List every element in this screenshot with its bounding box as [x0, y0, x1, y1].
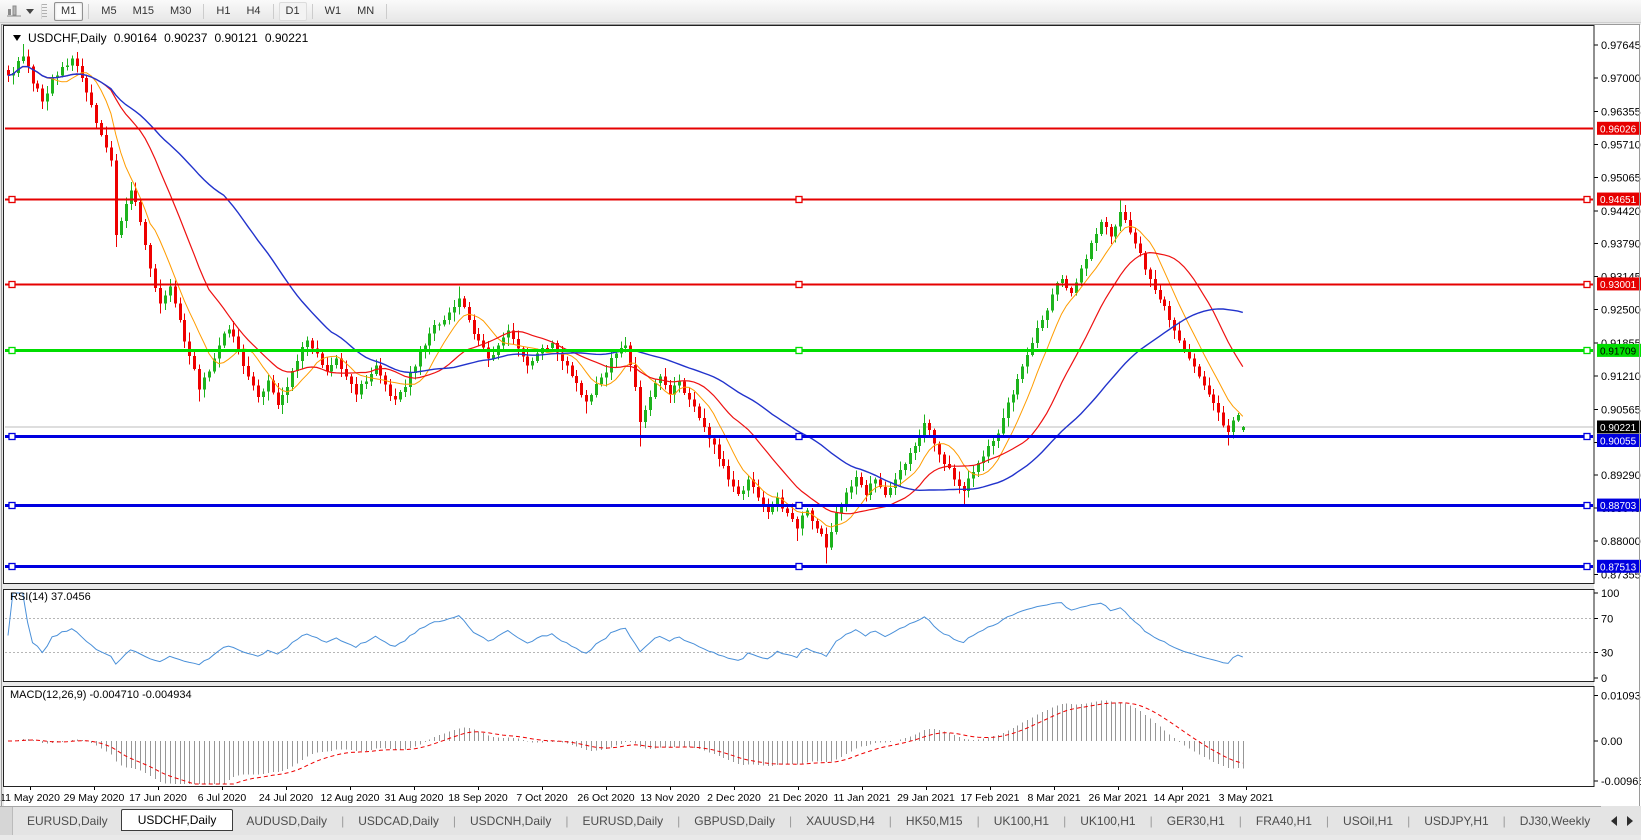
timeframe-button-D1[interactable]: D1	[279, 2, 307, 21]
svg-text:13 Nov 2020: 13 Nov 2020	[640, 792, 700, 804]
svg-text:0.92500: 0.92500	[1601, 305, 1641, 317]
svg-text:0.91210: 0.91210	[1601, 371, 1641, 383]
svg-text:7 Oct 2020: 7 Oct 2020	[516, 792, 568, 804]
svg-text:0.93001: 0.93001	[1600, 280, 1637, 291]
tab-eurusd-daily[interactable]: EURUSD,Daily	[569, 811, 676, 831]
svg-text:29 Jan 2021: 29 Jan 2021	[897, 792, 955, 804]
svg-text:21 Dec 2020: 21 Dec 2020	[768, 792, 828, 804]
timeframe-button-M1[interactable]: M1	[54, 2, 83, 21]
toolbar: M1 M5M15M30 H1H4 D1 W1MN	[0, 0, 1641, 23]
timeframe-button-M15[interactable]: M15	[126, 2, 161, 21]
tab-gbpusd-daily[interactable]: GBPUSD,Daily	[681, 811, 788, 831]
svg-text:100: 100	[1601, 588, 1619, 600]
tab-eurusd-daily[interactable]: EURUSD,Daily	[14, 811, 121, 831]
svg-text:0.00: 0.00	[1601, 736, 1622, 748]
svg-text:17 Feb 2021: 17 Feb 2021	[961, 792, 1020, 804]
svg-text:2 Dec 2020: 2 Dec 2020	[707, 792, 761, 804]
chart-type-icon	[6, 4, 22, 18]
svg-text:18 Sep 2020: 18 Sep 2020	[448, 792, 508, 804]
svg-text:24 Jul 2020: 24 Jul 2020	[259, 792, 313, 804]
svg-text:8 Mar 2021: 8 Mar 2021	[1027, 792, 1080, 804]
chart-symbol-period: USDCHF,Daily	[28, 31, 107, 45]
svg-text:0.89290: 0.89290	[1601, 470, 1641, 482]
tab-usdchf-daily[interactable]: USDCHF,Daily	[121, 809, 234, 831]
svg-text:0.87513: 0.87513	[1600, 562, 1637, 573]
svg-text:0.90565: 0.90565	[1601, 404, 1641, 416]
tab-uk100-h1[interactable]: UK100,H1	[1067, 811, 1148, 831]
svg-text:30: 30	[1601, 648, 1613, 660]
timeframe-button-MN[interactable]: MN	[350, 2, 381, 21]
tab-bar-edge	[0, 807, 13, 835]
svg-text:0.91709: 0.91709	[1600, 346, 1637, 357]
svg-text:11 May 2020: 11 May 2020	[0, 792, 60, 804]
svg-text:0.94420: 0.94420	[1601, 206, 1641, 218]
tab-uk100-h1[interactable]: UK100,H1	[981, 811, 1062, 831]
svg-text:0.95065: 0.95065	[1601, 173, 1641, 185]
svg-text:29 May 2020: 29 May 2020	[64, 792, 125, 804]
svg-text:17 Jun 2020: 17 Jun 2020	[129, 792, 187, 804]
ohlc-low: 0.90121	[214, 31, 257, 45]
svg-text:0.88000: 0.88000	[1601, 536, 1641, 548]
svg-text:-0.009653: -0.009653	[1601, 776, 1641, 788]
svg-text:0.97000: 0.97000	[1601, 73, 1641, 85]
svg-text:0.97645: 0.97645	[1601, 40, 1641, 52]
tab-xauusd-h4[interactable]: XAUUSD,H4	[793, 811, 888, 831]
timeframe-button-M30[interactable]: M30	[163, 2, 198, 21]
tab-usoil-h1[interactable]: USOil,H1	[1330, 811, 1406, 831]
svg-text:0.95710: 0.95710	[1601, 140, 1641, 152]
chart-tab-bar: EURUSD,DailyUSDCHF,DailyAUDUSD,Daily|USD…	[0, 806, 1641, 835]
timeframe-button-H1[interactable]: H1	[209, 2, 237, 21]
timeframe-button-H4[interactable]: H4	[239, 2, 267, 21]
price-chart-canvas[interactable]: 0.97645 0.97000 0.96355 0.95710 0.95065 0.944…	[0, 0, 1641, 835]
svg-text:26 Oct 2020: 26 Oct 2020	[577, 792, 634, 804]
svg-text:12 Aug 2020: 12 Aug 2020	[321, 792, 380, 804]
svg-text:0.010933: 0.010933	[1601, 691, 1641, 703]
symbol-dropdown-icon[interactable]	[13, 35, 21, 41]
tab-audusd-daily[interactable]: AUDUSD,Daily	[233, 811, 340, 831]
tab-ger30-h1[interactable]: GER30,H1	[1154, 811, 1238, 831]
tab-fra40-h1[interactable]: FRA40,H1	[1243, 811, 1325, 831]
tab-scroll-right-icon[interactable]	[1627, 816, 1633, 826]
tab-usdcnh-daily[interactable]: USDCNH,Daily	[457, 811, 564, 831]
svg-text:0.96355: 0.96355	[1601, 106, 1641, 118]
toolbar-divider	[386, 4, 387, 19]
svg-text:0.90055: 0.90055	[1600, 437, 1637, 448]
svg-text:0: 0	[1601, 673, 1607, 685]
svg-text:0.88703: 0.88703	[1600, 501, 1637, 512]
ohlc-close: 0.90221	[265, 31, 308, 45]
timeframe-button-W1[interactable]: W1	[318, 2, 349, 21]
toolbar-divider	[312, 4, 313, 19]
chart-mode-button[interactable]	[3, 3, 37, 19]
tab-scroll-controls	[1601, 806, 1641, 835]
toolbar-divider	[273, 4, 274, 19]
toolbar-grip[interactable]	[41, 4, 47, 19]
ohlc-high: 0.90237	[164, 31, 207, 45]
svg-text:0.96026: 0.96026	[1600, 124, 1637, 135]
timeframe-button-group: M1 M5M15M30 H1H4 D1 W1MN	[53, 2, 391, 21]
svg-text:0.94651: 0.94651	[1600, 195, 1637, 206]
macd-indicator-label: MACD(12,26,9) -0.004710 -0.004934	[10, 689, 192, 701]
svg-text:0.90221: 0.90221	[1600, 423, 1637, 434]
tab-usdcad-daily[interactable]: USDCAD,Daily	[345, 811, 452, 831]
tab-dj30-weekly[interactable]: DJ30,Weekly	[1507, 811, 1603, 831]
chart-title: USDCHF,Daily 0.90164 0.90237 0.90121 0.9…	[13, 31, 308, 45]
tab-scroll-left-icon[interactable]	[1611, 816, 1617, 826]
tab-list: EURUSD,DailyUSDCHF,DailyAUDUSD,Daily|USD…	[14, 811, 1641, 831]
svg-text:14 Apr 2021: 14 Apr 2021	[1154, 792, 1211, 804]
svg-text:6 Jul 2020: 6 Jul 2020	[198, 792, 247, 804]
tab-hk50-m15[interactable]: HK50,M15	[893, 811, 976, 831]
svg-text:3 May 2021: 3 May 2021	[1219, 792, 1274, 804]
chevron-down-icon	[26, 9, 34, 14]
tab-usdjpy-h1[interactable]: USDJPY,H1	[1411, 811, 1501, 831]
svg-text:31 Aug 2020: 31 Aug 2020	[385, 792, 444, 804]
svg-text:0.93790: 0.93790	[1601, 238, 1641, 250]
toolbar-divider	[88, 4, 89, 19]
svg-text:11 Jan 2021: 11 Jan 2021	[833, 792, 890, 804]
svg-text:70: 70	[1601, 614, 1613, 626]
rsi-indicator-label: RSI(14) 37.0456	[10, 591, 91, 603]
toolbar-divider	[203, 4, 204, 19]
svg-text:26 Mar 2021: 26 Mar 2021	[1089, 792, 1148, 804]
timeframe-button-M5[interactable]: M5	[94, 2, 123, 21]
ohlc-open: 0.90164	[114, 31, 157, 45]
